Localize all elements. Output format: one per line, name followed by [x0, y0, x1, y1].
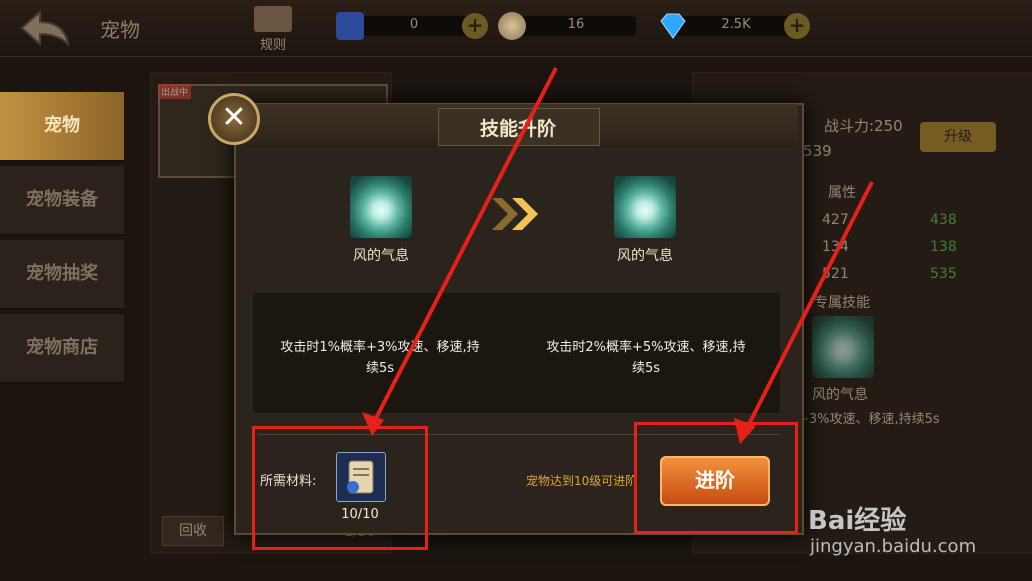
annotation-arrows — [362, 67, 874, 444]
highlight-materials — [252, 426, 428, 550]
watermark-url: jingyan.baidu.com — [810, 536, 977, 557]
watermark-logo: Bai经验 — [808, 506, 907, 536]
highlight-advance — [634, 422, 798, 534]
